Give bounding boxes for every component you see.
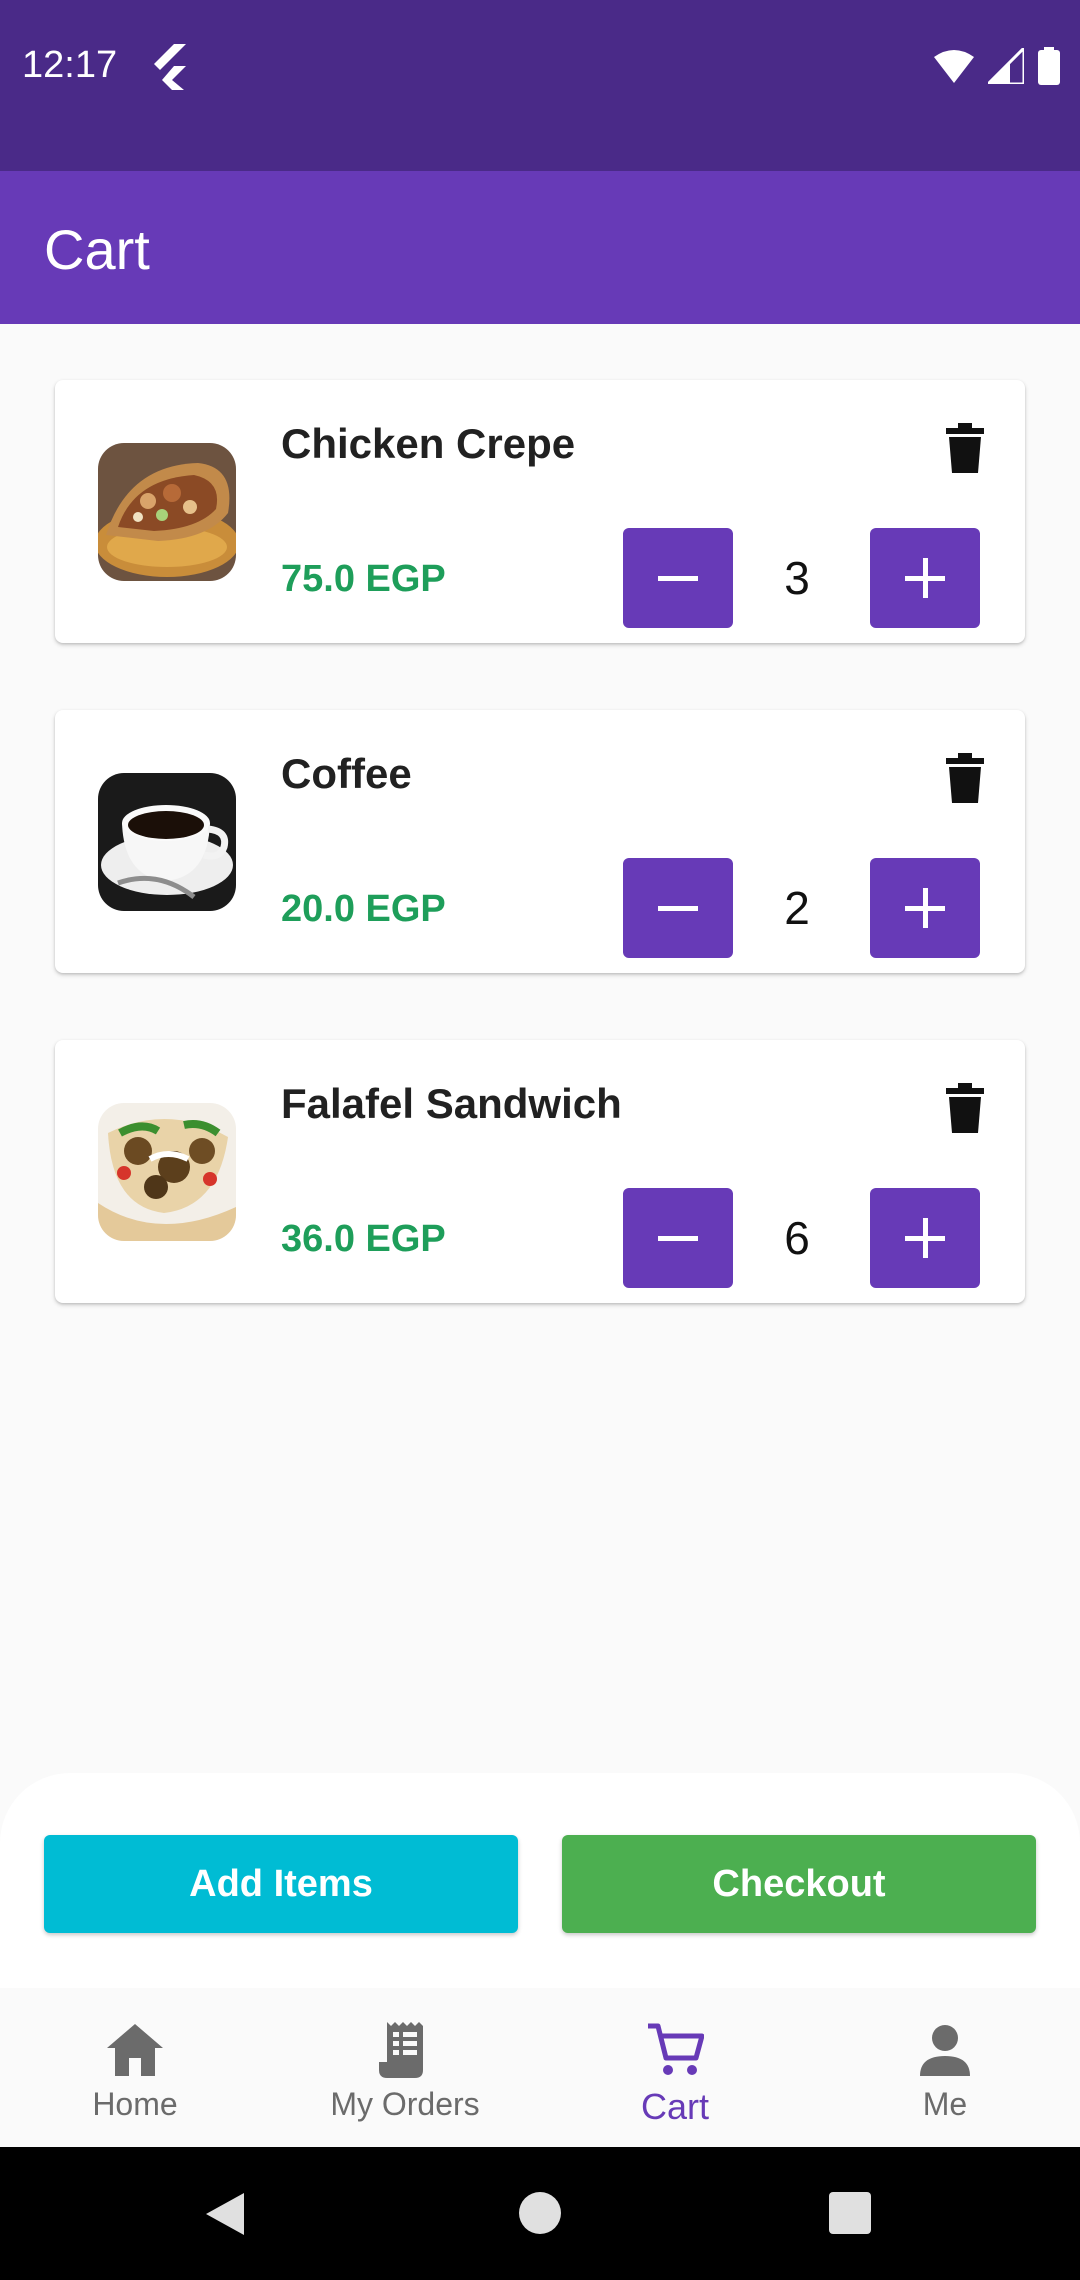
person-icon: [915, 2020, 975, 2080]
recents-icon[interactable]: [828, 2191, 872, 2235]
status-icons: [934, 46, 1060, 86]
cart-item-card: Chicken Crepe 75.0 EGP 3: [55, 380, 1025, 643]
quantity-value: 6: [784, 1212, 810, 1264]
nav-label: Home: [92, 2086, 178, 2122]
home-circle-icon[interactable]: [518, 2191, 562, 2235]
minus-icon: [658, 906, 698, 911]
trash-icon: [946, 423, 984, 473]
status-time: 12:17: [22, 44, 118, 86]
chicken-crepe-image: [98, 443, 236, 581]
falafel-sandwich-image: [98, 1103, 236, 1241]
checkout-button[interactable]: Checkout: [562, 1835, 1036, 1933]
system-navigation-bar: [0, 2147, 1080, 2280]
increase-quantity-button[interactable]: [870, 858, 980, 958]
increase-quantity-button[interactable]: [870, 1188, 980, 1288]
delete-item-button[interactable]: [935, 418, 995, 478]
wifi-icon: [934, 50, 974, 83]
app-bar: Cart: [0, 171, 1080, 324]
cart-actions-panel: Add Items Checkout: [0, 1773, 1080, 1988]
status-bar: 12:17: [0, 0, 1080, 171]
item-price: 20.0 EGP: [281, 888, 446, 930]
trash-icon: [946, 753, 984, 803]
home-icon: [105, 2020, 165, 2080]
cart-icon: [645, 2020, 705, 2080]
battery-icon: [1038, 47, 1060, 85]
back-icon[interactable]: [204, 2191, 246, 2237]
delete-item-button[interactable]: [935, 748, 995, 808]
add-items-button[interactable]: Add Items: [44, 1835, 518, 1933]
plus-icon: [905, 1218, 945, 1258]
nav-item-me[interactable]: Me: [810, 1988, 1080, 2147]
page-title: Cart: [44, 218, 150, 281]
signal-icon: [988, 48, 1024, 84]
plus-icon: [905, 558, 945, 598]
nav-label: Cart: [640, 2086, 709, 2127]
item-price: 36.0 EGP: [281, 1218, 446, 1260]
delete-item-button[interactable]: [935, 1078, 995, 1138]
flutter-icon: [154, 44, 186, 90]
coffee-cup-image: [98, 773, 236, 911]
bottom-navigation: Home My Orders Cart Me: [0, 1988, 1080, 2147]
decrease-quantity-button[interactable]: [623, 858, 733, 958]
item-name: Coffee: [281, 750, 412, 797]
receipt-icon: [375, 2020, 435, 2080]
decrease-quantity-button[interactable]: [623, 1188, 733, 1288]
minus-icon: [658, 576, 698, 581]
item-name: Falafel Sandwich: [281, 1080, 622, 1127]
nav-label: My Orders: [330, 2086, 480, 2122]
minus-icon: [658, 1236, 698, 1241]
cart-item-card: Falafel Sandwich 36.0 EGP 6: [55, 1040, 1025, 1303]
nav-item-home[interactable]: Home: [0, 1988, 270, 2147]
nav-label: Me: [922, 2086, 968, 2122]
cart-list: Chicken Crepe 75.0 EGP 3 Coffee 20.0 EGP…: [55, 380, 1025, 1370]
quantity-value: 3: [784, 552, 810, 604]
nav-item-my-orders[interactable]: My Orders: [270, 1988, 540, 2147]
item-name: Chicken Crepe: [281, 420, 576, 467]
cart-item-card: Coffee 20.0 EGP 2: [55, 710, 1025, 973]
increase-quantity-button[interactable]: [870, 528, 980, 628]
decrease-quantity-button[interactable]: [623, 528, 733, 628]
trash-icon: [946, 1083, 984, 1133]
plus-icon: [905, 888, 945, 928]
nav-item-cart[interactable]: Cart: [540, 1988, 810, 2147]
item-price: 75.0 EGP: [281, 558, 446, 600]
quantity-value: 2: [784, 882, 810, 934]
